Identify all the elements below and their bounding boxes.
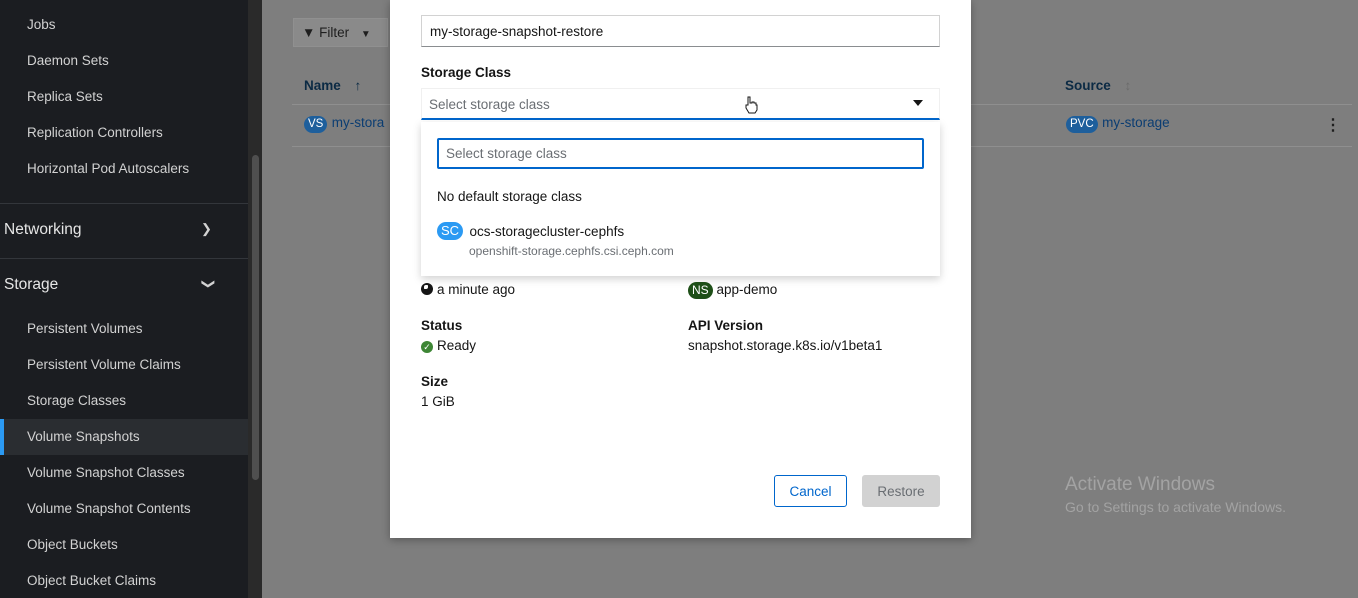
filter-icon: ▼ (302, 25, 316, 40)
check-circle-icon: ✓ (421, 341, 433, 353)
size-label: Size (421, 374, 449, 389)
sort-asc-icon: ↑ (354, 78, 362, 93)
sidebar-item-jobs[interactable]: Jobs (27, 17, 56, 32)
sidebar-item-replication-controllers[interactable]: Replication Controllers (27, 125, 163, 140)
watermark-subtitle: Go to Settings to activate Windows. (1065, 499, 1286, 515)
chevron-down-icon[interactable]: ❯ (200, 279, 216, 290)
column-header-name[interactable]: Name ↑ (304, 78, 361, 93)
sidebar-divider (0, 258, 248, 259)
sidebar-item-volume-snapshots[interactable]: Volume Snapshots (27, 429, 140, 444)
sidebar-divider (0, 203, 248, 204)
snapshot-name-link[interactable]: my-stora (332, 115, 385, 130)
sidebar-item-object-bucket-claims[interactable]: Object Bucket Claims (27, 573, 156, 588)
storage-class-placeholder: Select storage class (429, 97, 550, 112)
status-value-text: Ready (437, 338, 477, 353)
storage-class-option-description: openshift-storage.cephfs.csi.ceph.com (469, 244, 674, 258)
storage-class-select[interactable]: Select storage class (421, 88, 940, 120)
sidebar-item-storage-classes[interactable]: Storage Classes (27, 393, 126, 408)
name-input[interactable]: my-storage-snapshot-restore (421, 15, 940, 47)
storage-class-option-title: ocs-storagecluster-cephfs (469, 223, 625, 239)
caret-down-icon: ▼ (360, 29, 371, 40)
created-at: a minute ago (421, 282, 515, 297)
ns-badge: NS (688, 282, 713, 299)
restore-button[interactable]: Restore (862, 475, 940, 507)
table-row-name[interactable]: VS my-stora (304, 114, 384, 133)
vs-badge: VS (304, 116, 328, 133)
sidebar-item-replica-sets[interactable]: Replica Sets (27, 89, 103, 104)
restore-snapshot-modal: my-storage-snapshot-restore Storage Clas… (390, 0, 971, 538)
watermark-title: Activate Windows (1065, 474, 1215, 495)
sc-badge: SC (437, 222, 464, 240)
status-label: Status (421, 318, 463, 333)
created-at-value: a minute ago (437, 282, 516, 297)
sidebar-item-object-buckets[interactable]: Object Buckets (27, 537, 118, 552)
sidebar: Jobs Daemon Sets Replica Sets Replicatio… (0, 0, 248, 598)
status-value: ✓ Ready (421, 338, 476, 353)
storage-class-search-input[interactable]: Select storage class (437, 138, 924, 169)
sidebar-item-hpa[interactable]: Horizontal Pod Autoscalers (27, 161, 189, 176)
sidebar-item-volume-snapshot-classes[interactable]: Volume Snapshot Classes (27, 465, 185, 480)
sidebar-item-daemon-sets[interactable]: Daemon Sets (27, 53, 109, 68)
api-version-value: snapshot.storage.k8s.io/v1beta1 (688, 338, 883, 353)
no-default-note: No default storage class (437, 189, 582, 204)
chevron-right-icon[interactable]: ❯ (201, 221, 212, 237)
column-header-source-label: Source (1065, 78, 1111, 93)
namespace[interactable]: NS app-demo (688, 282, 777, 299)
storage-class-menu: Select storage class No default storage … (421, 122, 940, 276)
column-header-name-label: Name (304, 78, 341, 93)
table-row-source[interactable]: PVC my-storage (1066, 114, 1170, 133)
cancel-button[interactable]: Cancel (774, 475, 847, 507)
kebab-menu-icon[interactable]: ⋮ (1325, 115, 1341, 135)
column-header-source[interactable]: Source ↕ (1065, 78, 1131, 93)
size-value: 1 GiB (421, 394, 455, 409)
api-version-label: API Version (688, 318, 764, 333)
sidebar-item-persistent-volumes[interactable]: Persistent Volumes (27, 321, 143, 336)
namespace-value[interactable]: app-demo (716, 282, 777, 297)
globe-icon (421, 283, 433, 295)
sidebar-item-volume-snapshot-contents[interactable]: Volume Snapshot Contents (27, 501, 191, 516)
hand-cursor-icon (745, 96, 758, 114)
filter-label: Filter (319, 25, 350, 40)
storage-class-option[interactable]: SC ocs-storagecluster-cephfs openshift-s… (437, 222, 674, 258)
storage-class-label: Storage Class (421, 65, 512, 80)
filter-button[interactable]: ▼ Filter ▼ (293, 18, 388, 47)
sidebar-scrollbar-thumb[interactable] (252, 155, 259, 480)
caret-down-icon (913, 100, 923, 106)
sort-icon: ↕ (1124, 78, 1132, 93)
sidebar-item-persistent-volume-claims[interactable]: Persistent Volume Claims (27, 357, 181, 372)
sidebar-section-storage[interactable]: Storage (4, 276, 58, 294)
source-link[interactable]: my-storage (1102, 115, 1170, 130)
sidebar-section-networking[interactable]: Networking (4, 221, 82, 239)
pvc-badge: PVC (1066, 116, 1098, 133)
